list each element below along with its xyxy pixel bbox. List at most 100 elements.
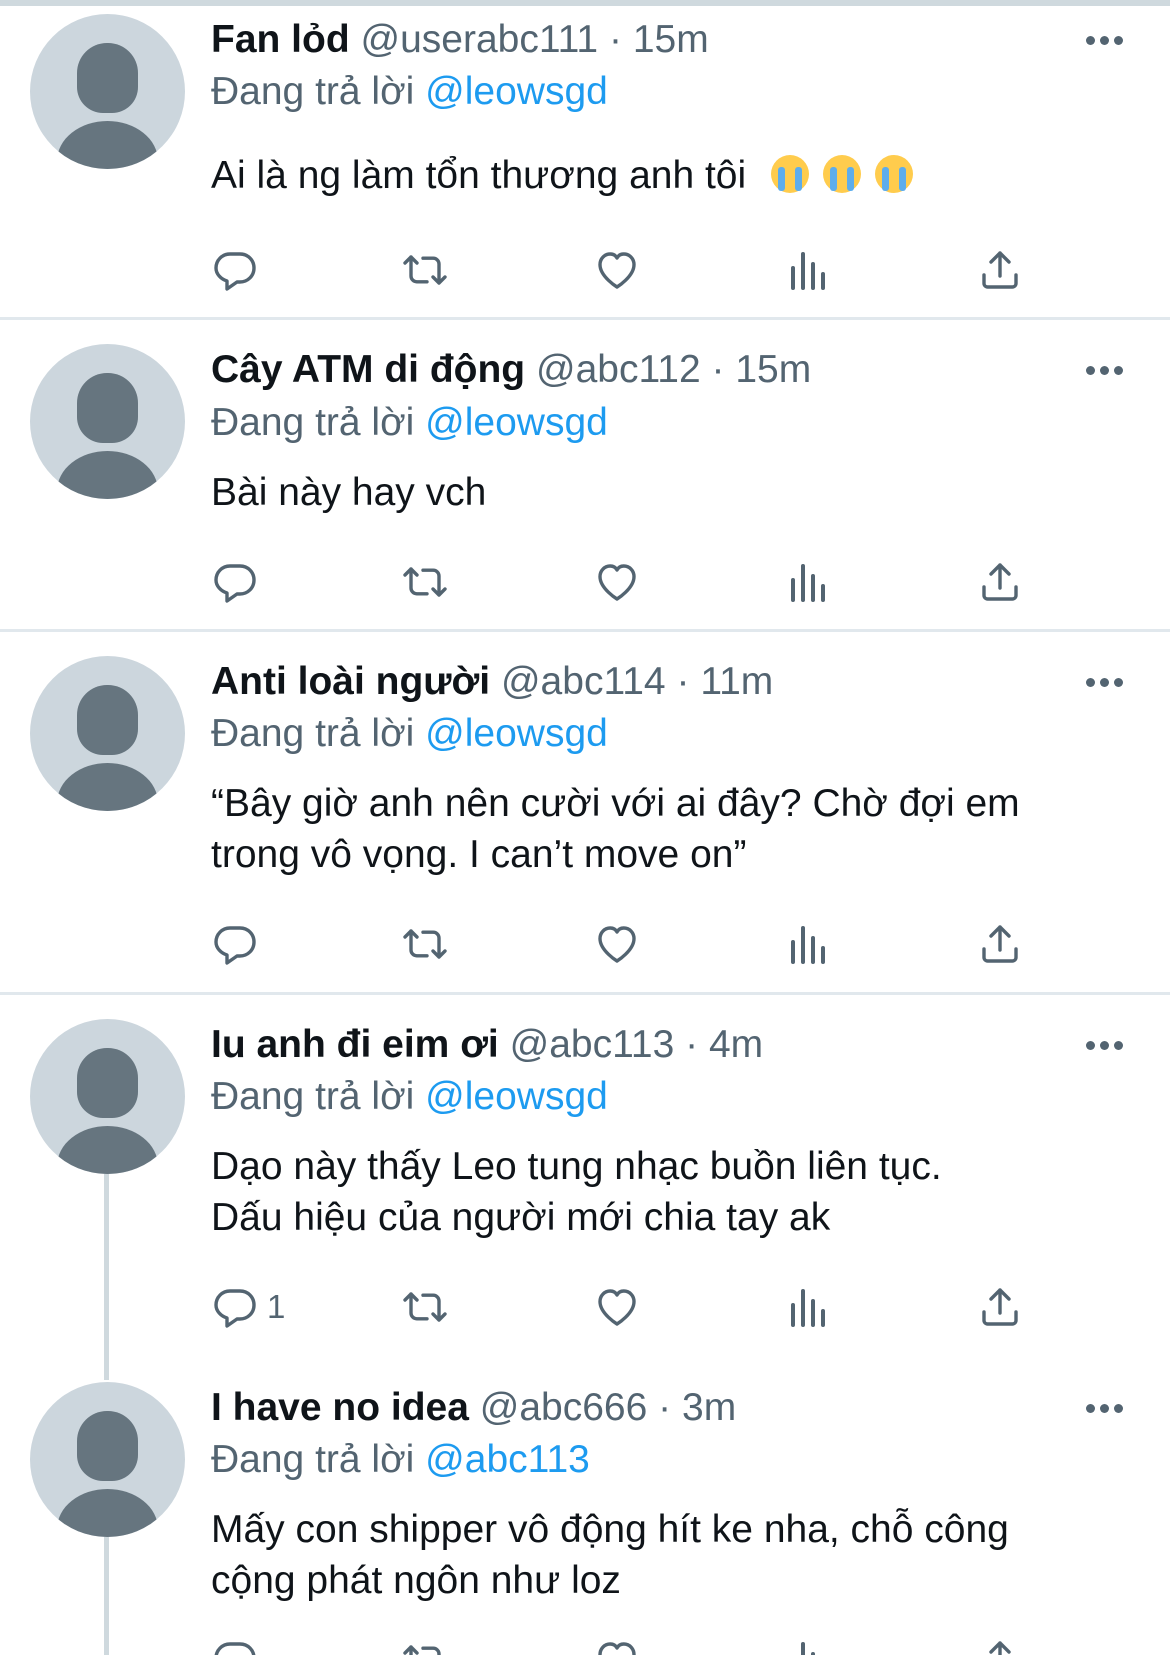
like-button[interactable] xyxy=(593,1634,641,1655)
avatar[interactable] xyxy=(30,14,185,169)
replying-prefix: Đang trả lời xyxy=(211,70,415,113)
more-icon[interactable] xyxy=(1086,1402,1126,1414)
share-icon xyxy=(976,1283,1024,1331)
thread-line xyxy=(104,1535,109,1655)
analytics-icon xyxy=(785,246,833,294)
mention-link[interactable]: @leowsgd xyxy=(425,401,608,444)
display-name[interactable]: Iu anh đi eim ơi xyxy=(211,1023,499,1066)
like-button[interactable] xyxy=(593,1281,641,1333)
reply-icon xyxy=(211,920,259,968)
share-button[interactable] xyxy=(976,918,1024,970)
share-button[interactable] xyxy=(976,244,1024,296)
retweet-icon xyxy=(401,1283,449,1331)
tweet-header: Iu anh đi eim ơi @abc113 · 4m xyxy=(211,1022,763,1068)
timestamp[interactable]: 15m xyxy=(633,18,709,61)
analytics-button[interactable] xyxy=(785,918,833,970)
analytics-button[interactable] xyxy=(785,556,833,608)
reply-button[interactable] xyxy=(211,918,259,970)
crying-face-icon xyxy=(875,155,914,193)
more-icon[interactable] xyxy=(1086,676,1126,688)
tweet-divider xyxy=(0,629,1170,632)
timestamp[interactable]: 4m xyxy=(709,1023,763,1066)
reply-icon xyxy=(211,1636,259,1655)
avatar[interactable] xyxy=(30,344,185,499)
mention-link[interactable]: @leowsgd xyxy=(425,70,608,113)
share-button[interactable] xyxy=(976,556,1024,608)
timestamp[interactable]: 3m xyxy=(682,1386,736,1429)
analytics-icon xyxy=(785,920,833,968)
tweet-header: Fan lỏd @userabc111 · 15m xyxy=(211,17,709,63)
tweet-text-line: “Bây giờ anh nên cười với ai đây? Chờ đợ… xyxy=(211,782,1020,825)
separator-dot: · xyxy=(608,18,622,61)
timestamp[interactable]: 15m xyxy=(735,348,811,391)
retweet-button[interactable] xyxy=(401,556,449,608)
avatar[interactable] xyxy=(30,656,185,811)
retweet-button[interactable] xyxy=(401,1281,449,1333)
tweet-actions xyxy=(211,918,1111,970)
retweet-button[interactable] xyxy=(401,1634,449,1655)
like-icon xyxy=(593,1636,641,1655)
replying-to: Đang trả lời @leowsgd xyxy=(211,400,608,446)
user-handle[interactable]: @abc666 xyxy=(480,1386,648,1429)
thread-line xyxy=(104,1172,109,1380)
analytics-button[interactable] xyxy=(785,244,833,296)
tweet-text-line: cộng phát ngôn như loz xyxy=(211,1559,621,1602)
mention-link[interactable]: @leowsgd xyxy=(425,712,608,755)
separator-dot: · xyxy=(676,660,690,703)
more-icon[interactable] xyxy=(1086,34,1126,46)
like-icon xyxy=(593,1283,641,1331)
retweet-icon xyxy=(401,558,449,606)
tweet-header: Cây ATM di động @abc112 · 15m xyxy=(211,347,811,393)
share-button[interactable] xyxy=(976,1634,1024,1655)
tweet-text: “Bây giờ anh nên cười với ai đây? Chờ đợ… xyxy=(211,778,1131,880)
tweet-text-content: Ai là ng làm tổn thương anh tôi xyxy=(211,154,747,197)
analytics-icon xyxy=(785,558,833,606)
display-name[interactable]: Cây ATM di động xyxy=(211,348,525,391)
user-handle[interactable]: @abc114 xyxy=(501,660,666,703)
replying-prefix: Đang trả lời xyxy=(211,1075,415,1118)
retweet-button[interactable] xyxy=(401,918,449,970)
analytics-button[interactable] xyxy=(785,1281,833,1333)
reply-count: 1 xyxy=(267,1288,286,1325)
replying-prefix: Đang trả lời xyxy=(211,712,415,755)
display-name[interactable]: I have no idea xyxy=(211,1386,469,1429)
retweet-icon xyxy=(401,246,449,294)
reply-icon xyxy=(211,558,259,606)
replying-to: Đang trả lời @leowsgd xyxy=(211,69,608,115)
reply-button[interactable] xyxy=(211,1634,259,1655)
mention-link[interactable]: @abc113 xyxy=(425,1438,590,1481)
reply-button[interactable] xyxy=(211,556,259,608)
user-handle[interactable]: @abc112 xyxy=(536,348,701,391)
timestamp[interactable]: 11m xyxy=(700,660,773,703)
retweet-button[interactable] xyxy=(401,244,449,296)
user-handle[interactable]: @userabc111 xyxy=(361,18,599,61)
replying-to: Đang trả lời @leowsgd xyxy=(211,1074,608,1120)
mention-link[interactable]: @leowsgd xyxy=(425,1075,608,1118)
crying-face-icon xyxy=(823,155,862,193)
analytics-button[interactable] xyxy=(785,1634,833,1655)
tweet-text-line: Mấy con shipper vô động hít ke nha, chỗ … xyxy=(211,1508,1009,1551)
avatar[interactable] xyxy=(30,1019,185,1174)
like-button[interactable] xyxy=(593,918,641,970)
tweet-text-content: Bài này hay vch xyxy=(211,471,487,514)
share-button[interactable] xyxy=(976,1281,1024,1333)
tweet-actions: 1 xyxy=(211,1281,1111,1333)
reply-button[interactable]: 1 xyxy=(211,1281,285,1333)
display-name[interactable]: Fan lỏd xyxy=(211,18,350,61)
like-button[interactable] xyxy=(593,244,641,296)
replying-to: Đang trả lời @leowsgd xyxy=(211,711,608,757)
like-button[interactable] xyxy=(593,556,641,608)
user-handle[interactable]: @abc113 xyxy=(510,1023,675,1066)
more-icon[interactable] xyxy=(1086,1039,1126,1051)
reply-icon xyxy=(211,1283,259,1331)
tweet-actions xyxy=(211,556,1111,608)
replying-prefix: Đang trả lời xyxy=(211,1438,415,1481)
separator-dot: · xyxy=(711,348,725,391)
reply-button[interactable] xyxy=(211,244,259,296)
avatar[interactable] xyxy=(30,1382,185,1537)
tweet-divider xyxy=(0,992,1170,995)
display-name[interactable]: Anti loài người xyxy=(211,660,490,703)
tweet-text: Ai là ng làm tổn thương anh tôi xyxy=(211,150,1131,201)
more-icon[interactable] xyxy=(1086,364,1126,376)
retweet-icon xyxy=(401,1636,449,1655)
